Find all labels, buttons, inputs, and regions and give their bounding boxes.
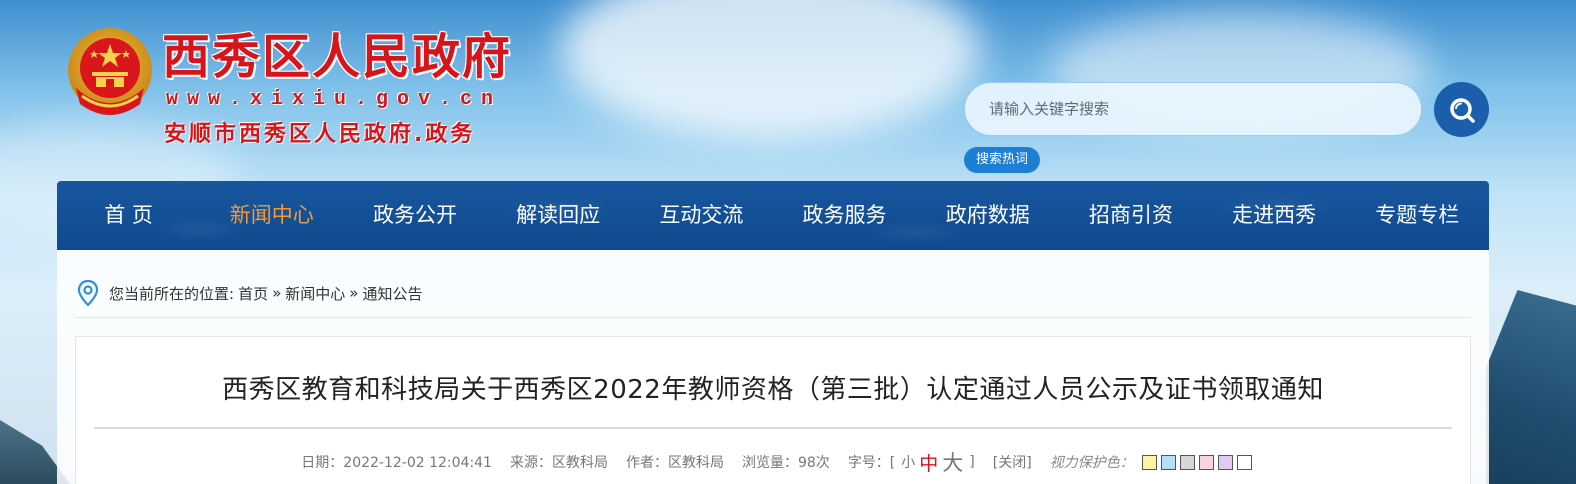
breadcrumb-prefix: 您当前所在的位置: (109, 284, 235, 303)
article-source: 来源：区教科局 (509, 455, 608, 471)
font-size-small-button[interactable]: 小 (901, 452, 915, 472)
search-input[interactable] (964, 82, 1422, 136)
divider (75, 317, 1471, 318)
content-panel: 您当前所在的位置: 首页 » 新闻中心 » 通知公告 西秀区教育和科技局关于西秀… (57, 250, 1489, 484)
font-size-bracket: ] (969, 454, 975, 470)
hot-words-button[interactable]: 搜索热词 (964, 147, 1041, 173)
nav-item-interaction[interactable]: 互动交流 (630, 181, 773, 250)
breadcrumb: 您当前所在的位置: 首页 » 新闻中心 » 通知公告 (77, 280, 422, 306)
national-emblem-icon (68, 28, 152, 115)
search-icon (1449, 97, 1475, 123)
font-size-label: 字号：[ (847, 455, 896, 471)
font-size-large-button[interactable]: 大 (942, 447, 963, 477)
eye-color-swatch-purple[interactable] (1217, 454, 1233, 470)
main-nav: 首 页 新闻中心 政务公开 解读回应 互动交流 政务服务 政府数据 招商引资 走… (57, 181, 1489, 250)
divider (94, 427, 1452, 429)
nav-item-gov-affairs[interactable]: 政务公开 (343, 181, 486, 250)
article-title: 西秀区教育和科技局关于西秀区2022年教师资格（第三批）认定通过人员公示及证书领… (222, 375, 1324, 405)
article: 西秀区教育和科技局关于西秀区2022年教师资格（第三批）认定通过人员公示及证书领… (75, 336, 1471, 484)
breadcrumb-separator: » (349, 284, 359, 302)
eye-color-swatch-white[interactable] (1236, 454, 1252, 470)
article-date: 日期：2022-12-02 12:04:41 (301, 455, 492, 471)
nav-item-investment[interactable]: 招商引资 (1059, 181, 1202, 250)
breadcrumb-link-notices[interactable]: 通知公告 (362, 283, 422, 304)
nav-item-services[interactable]: 政务服务 (773, 181, 916, 250)
site-title: 西秀区人民政府 (162, 29, 513, 85)
nav-item-interpretation[interactable]: 解读回应 (487, 181, 630, 250)
breadcrumb-link-home[interactable]: 首页 (238, 283, 268, 304)
search-button[interactable] (1434, 82, 1489, 137)
location-pin-icon (77, 280, 99, 306)
article-views: 浏览量：98次 (741, 455, 830, 471)
site-logo[interactable]: 西秀区人民政府 www.xixiu.gov.cn 安顺市西秀区人民政府.政务 (66, 26, 536, 151)
site-url: www.xixiu.gov.cn (166, 88, 503, 111)
eye-color-swatch-blue[interactable] (1160, 454, 1176, 470)
nav-item-special-topics[interactable]: 专题专栏 (1346, 181, 1489, 250)
site-subtitle: 安顺市西秀区人民政府.政务 (164, 122, 476, 147)
breadcrumb-separator: » (272, 284, 282, 302)
eye-color-swatch-yellow[interactable] (1141, 454, 1157, 470)
mountain-decoration (1486, 290, 1576, 484)
article-meta: 日期：2022-12-02 12:04:41 来源：区教科局 作者：区教科局 浏… (76, 447, 1470, 477)
breadcrumb-link-news[interactable]: 新闻中心 (285, 283, 345, 304)
article-author: 作者：区教科局 (625, 455, 724, 471)
eye-protect-label: 视力保护色： (1049, 455, 1134, 471)
nav-item-news[interactable]: 新闻中心 (200, 181, 343, 250)
font-size-medium-button[interactable]: 中 (919, 449, 938, 476)
eye-color-swatch-pink[interactable] (1198, 454, 1214, 470)
nav-item-home[interactable]: 首 页 (57, 181, 200, 250)
cloud-decoration (560, 0, 980, 140)
nav-item-about-xixiu[interactable]: 走进西秀 (1203, 181, 1346, 250)
close-button[interactable]: [关闭] (993, 452, 1032, 472)
nav-item-gov-data[interactable]: 政府数据 (916, 181, 1059, 250)
eye-color-swatch-gray[interactable] (1179, 454, 1195, 470)
